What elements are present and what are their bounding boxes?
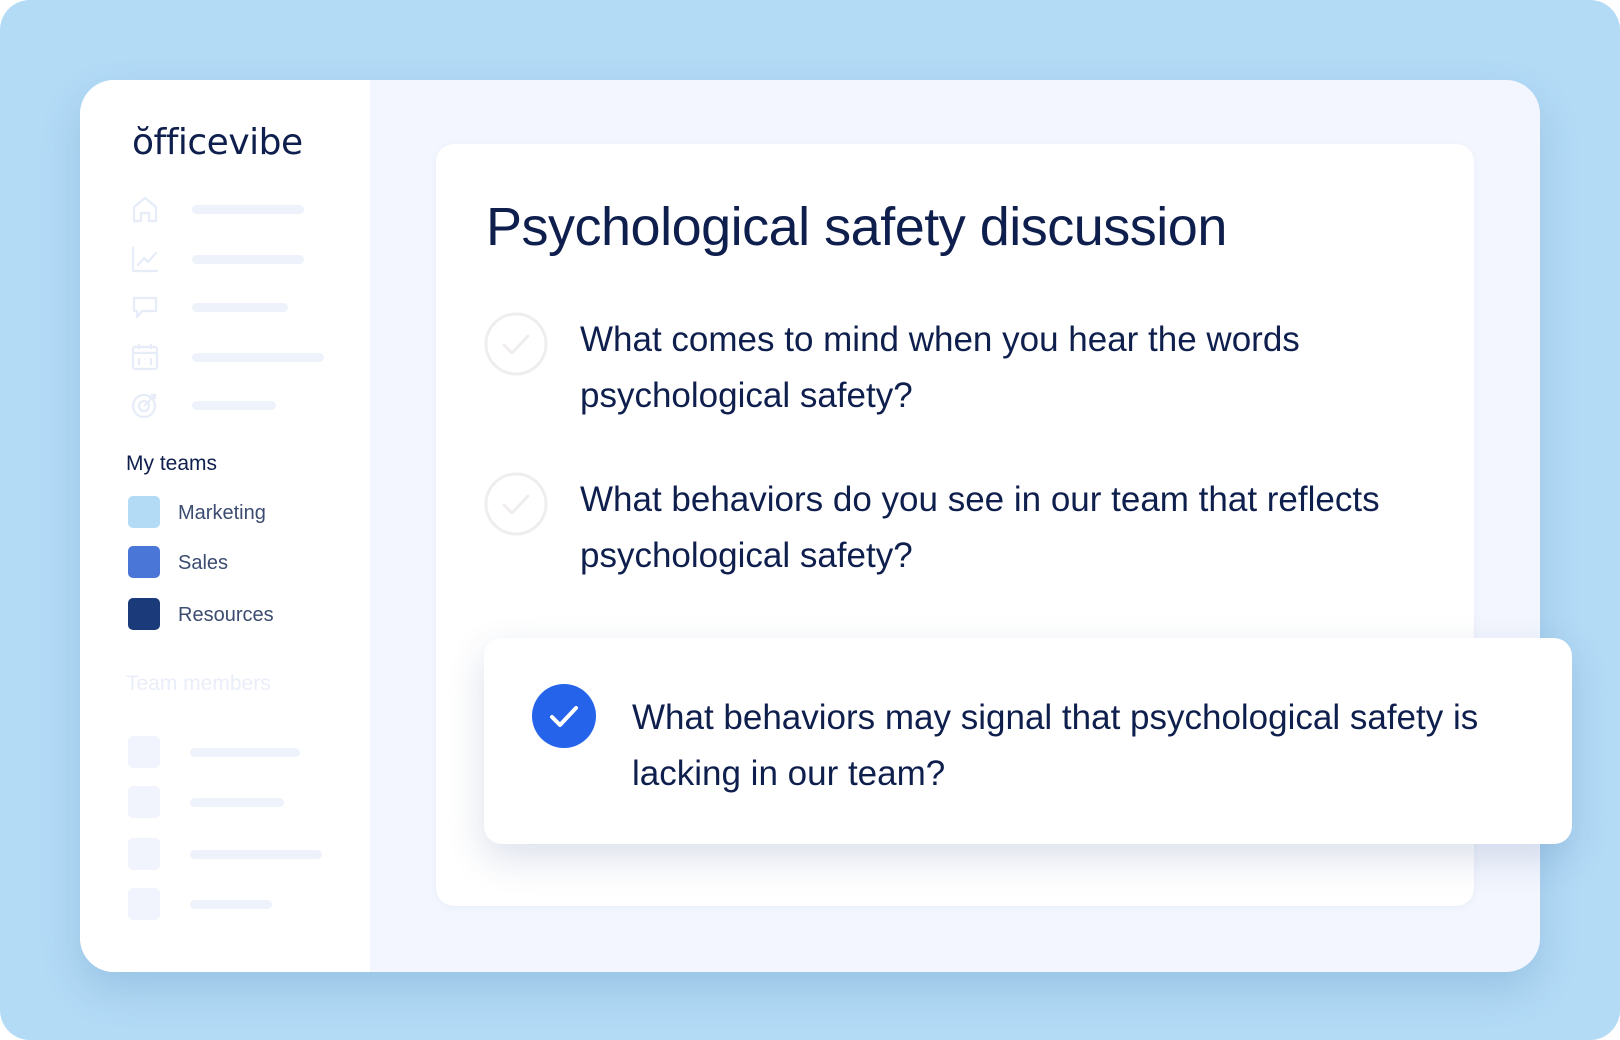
- team-member-placeholder: [128, 838, 348, 870]
- team-member-placeholder: [128, 888, 348, 920]
- checked-circle-icon[interactable]: [532, 684, 596, 748]
- member-avatar-placeholder: [128, 888, 160, 920]
- member-name-placeholder: [190, 748, 300, 757]
- question-item[interactable]: What behaviors do you see in our team th…: [484, 472, 1424, 592]
- question-text: What behaviors may signal that psycholog…: [632, 698, 1479, 793]
- member-avatar-placeholder: [128, 736, 160, 768]
- question-text: What behaviors do you see in our team th…: [580, 480, 1380, 575]
- team-member-placeholder: [128, 736, 348, 768]
- team-label: Sales: [178, 552, 229, 574]
- my-teams-title: My teams: [126, 452, 218, 475]
- team-item-sales[interactable]: Sales: [128, 546, 348, 580]
- officevibe-logo[interactable]: ŏfficevibe: [132, 122, 303, 163]
- nav-label-placeholder: [192, 353, 324, 362]
- member-name-placeholder: [190, 798, 284, 807]
- calendar-icon: [131, 344, 159, 371]
- team-item-marketing[interactable]: Marketing: [128, 496, 348, 530]
- question-item[interactable]: What comes to mind when you hear the wor…: [484, 312, 1424, 432]
- team-color-swatch: [128, 598, 160, 630]
- nav-label-placeholder: [192, 255, 304, 264]
- nav-item-analytics[interactable]: [130, 242, 340, 276]
- question-text: What comes to mind when you hear the wor…: [580, 320, 1300, 415]
- question-item-highlighted[interactable]: What behaviors may signal that psycholog…: [484, 638, 1572, 844]
- nav-item-feedback[interactable]: [130, 290, 340, 324]
- home-icon: [132, 196, 158, 223]
- chart-icon: [131, 246, 159, 273]
- chat-icon: [132, 296, 158, 319]
- nav-label-placeholder: [192, 401, 276, 410]
- member-avatar-placeholder: [128, 786, 160, 818]
- unchecked-circle-icon[interactable]: [484, 312, 548, 376]
- goal-icon: [131, 393, 157, 419]
- team-color-swatch: [128, 546, 160, 578]
- nav-item-one-on-one[interactable]: [130, 340, 340, 374]
- unchecked-circle-icon[interactable]: [484, 472, 548, 536]
- team-members-title: Team members: [126, 672, 271, 695]
- sidebar: ŏfficevibe My teams Marketing Sales Reso…: [80, 80, 370, 972]
- nav-label-placeholder: [192, 303, 288, 312]
- member-name-placeholder: [190, 900, 272, 909]
- nav-label-placeholder: [192, 205, 304, 214]
- member-avatar-placeholder: [128, 838, 160, 870]
- team-label: Resources: [178, 604, 274, 626]
- page-title: Psychological safety discussion: [486, 197, 1227, 257]
- member-name-placeholder: [190, 850, 322, 859]
- nav-item-goals[interactable]: [130, 388, 340, 422]
- team-item-resources[interactable]: Resources: [128, 598, 348, 632]
- team-color-swatch: [128, 496, 160, 528]
- team-member-placeholder: [128, 786, 348, 818]
- nav-item-home[interactable]: [130, 192, 340, 226]
- team-label: Marketing: [178, 502, 266, 524]
